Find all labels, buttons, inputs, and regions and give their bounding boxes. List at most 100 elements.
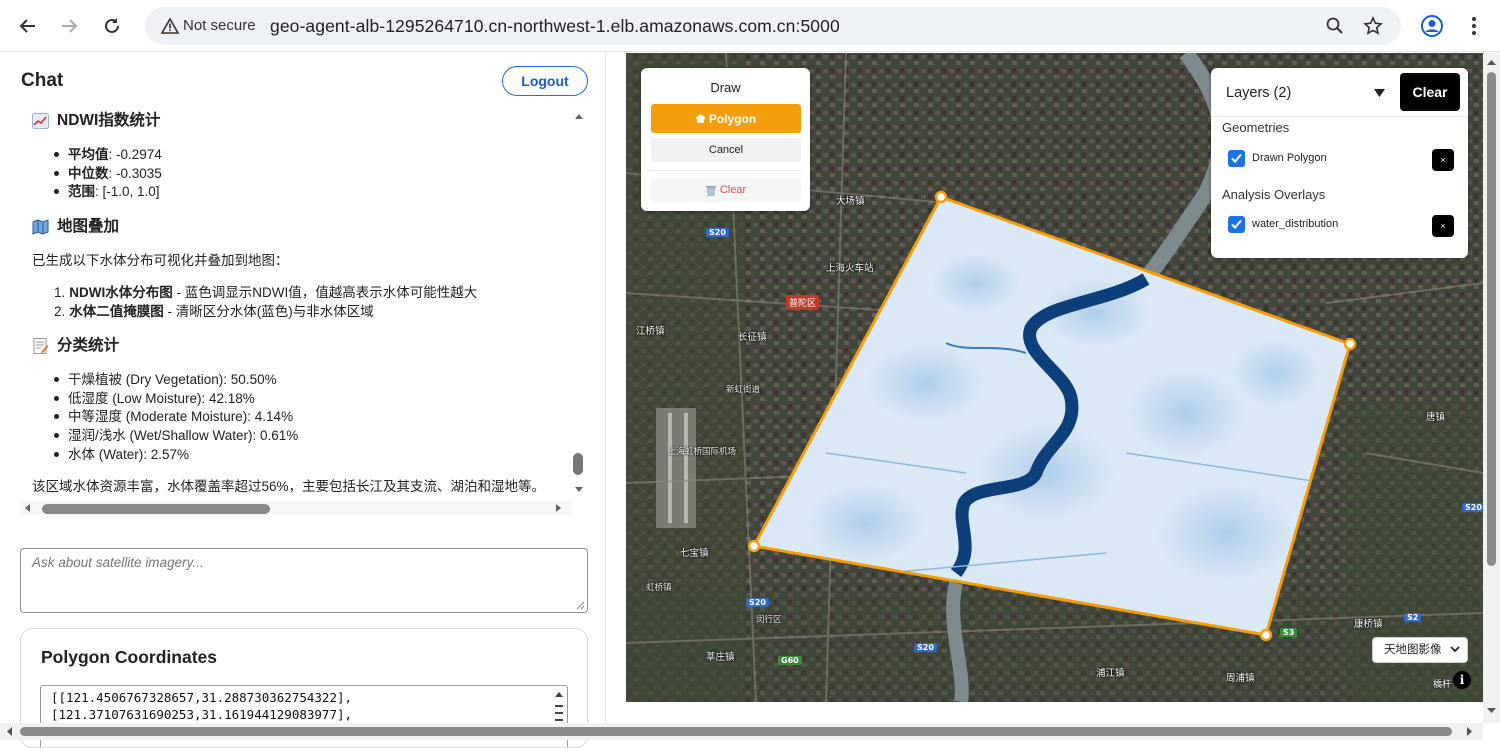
chat-input[interactable]: Ask about satellite imagery... bbox=[20, 548, 588, 613]
overlay-item-num: 2. bbox=[54, 303, 66, 319]
map-icon bbox=[32, 218, 49, 235]
chat-input-placeholder: Ask about satellite imagery... bbox=[32, 555, 204, 570]
overlay-heading: 地图叠加 bbox=[32, 217, 119, 236]
trash-icon bbox=[705, 185, 716, 196]
chat-messages[interactable]: NDWI指数统计 平均值: -0.2974 中位数: -0.3035 范围: [-1… bbox=[20, 105, 586, 521]
clear-layers-button[interactable]: Clear bbox=[1400, 73, 1460, 111]
basemap-select[interactable]: 天地图影像 bbox=[1372, 637, 1468, 663]
class-heading: 分类统计 bbox=[32, 336, 119, 355]
class-stat-item: 湿润/浅水 (Wet/Shallow Water): 0.61% bbox=[53, 428, 299, 444]
map-attribution: 橋杆 bbox=[1433, 679, 1452, 689]
layer-checkbox[interactable] bbox=[1228, 150, 1245, 167]
divider bbox=[651, 170, 801, 171]
map-label: 上海虹桥国际机场 bbox=[668, 447, 737, 457]
layer-row-drawn-polygon: Drawn Polygon × bbox=[1228, 149, 1454, 171]
map-label: 唐镇 bbox=[1426, 412, 1446, 423]
map-label: 长征镇 bbox=[738, 332, 767, 343]
overlay-heading-text: 地图叠加 bbox=[57, 218, 120, 235]
collapse-caret-icon[interactable] bbox=[1374, 89, 1385, 98]
map-label: 七宝镇 bbox=[680, 548, 709, 559]
divider bbox=[1211, 116, 1468, 117]
clear-drawing-label: Clear bbox=[719, 184, 747, 196]
layer-checkbox[interactable] bbox=[1228, 216, 1245, 233]
chat-hscroll-thumb[interactable] bbox=[42, 504, 270, 514]
forward-arrow-icon[interactable] bbox=[55, 12, 83, 40]
overlay-item: 1. NDWI水体分布图 - 蓝色调显示NDWI值，值越高表示水体可能性越大 bbox=[54, 283, 477, 302]
layer-name: water_distribution bbox=[1252, 218, 1339, 230]
ndwi-stat-value: : [-1.0, 1.0] bbox=[95, 184, 160, 200]
overlays-section-label: Analysis Overlays bbox=[1222, 187, 1326, 202]
remove-layer-button[interactable]: × bbox=[1432, 215, 1454, 237]
chart-increasing-icon bbox=[32, 112, 49, 129]
clear-drawing-button[interactable]: Clear bbox=[651, 178, 801, 202]
ndwi-stat-label: 中位数 bbox=[68, 165, 109, 181]
security-label: Not secure bbox=[183, 17, 256, 34]
ndwi-heading-text: NDWI指数统计 bbox=[57, 112, 161, 129]
overlay-item-desc: - 蓝色调显示NDWI值，值越高表示水体可能性越大 bbox=[172, 285, 478, 300]
overlay-item-num: 1. bbox=[54, 285, 66, 300]
class-stat-item: 低湿度 (Low Moisture): 42.18% bbox=[53, 389, 298, 408]
polygon-button-label: Polygon bbox=[708, 111, 757, 126]
ndwi-stat-item: 范围: [-1.0, 1.0] bbox=[54, 182, 162, 201]
ndwi-heading: NDWI指数统计 bbox=[32, 111, 160, 130]
overlay-item-desc: - 清晰区分水体(蓝色)与非水体区域 bbox=[163, 303, 374, 319]
chat-title: Chat bbox=[21, 70, 64, 91]
road-badge: S20 bbox=[706, 228, 729, 237]
map-label: 新虹街道 bbox=[726, 385, 761, 395]
logout-button[interactable]: Logout bbox=[502, 66, 588, 96]
warning-icon bbox=[161, 18, 179, 34]
browser-toolbar: Not secure geo-agent-alb-1295264710.cn-n… bbox=[0, 0, 1500, 52]
class-heading-text: 分类统计 bbox=[57, 337, 120, 354]
back-arrow-icon[interactable] bbox=[14, 12, 42, 40]
coords-line: [121.37107631690253,31.161944129083977], bbox=[51, 707, 353, 722]
page-vscroll-thumb[interactable] bbox=[1487, 72, 1496, 566]
road-badge: G60 bbox=[778, 656, 802, 665]
bookmark-star-icon[interactable] bbox=[1363, 16, 1383, 36]
chat-vscroll-thumb[interactable] bbox=[573, 453, 583, 475]
map-label: 康桥镇 bbox=[1354, 619, 1383, 630]
class-stats-list: 干燥植被 (Dry Vegetation): 50.50% 低湿度 (Low Mo… bbox=[53, 370, 299, 464]
polygon-button[interactable]: Polygon bbox=[651, 104, 801, 133]
polygon-coordinates-title: Polygon Coordinates bbox=[41, 647, 217, 667]
overlay-item-label: 水体二值掩膜图 bbox=[69, 303, 164, 319]
road-badge: S20 bbox=[914, 643, 937, 652]
address-bar[interactable]: Not secure geo-agent-alb-1295264710.cn-n… bbox=[145, 7, 1401, 45]
draw-panel: Draw Polygon Cancel Clear bbox=[641, 68, 810, 211]
url-text[interactable]: geo-agent-alb-1295264710.cn-northwest-1.… bbox=[270, 7, 840, 45]
chat-panel: Chat Logout NDWI指数统计 平均值: -0.2974 中位数: -0… bbox=[0, 53, 606, 748]
page-hscroll-thumb[interactable] bbox=[20, 727, 1452, 736]
map-label: 浦江镇 bbox=[1096, 668, 1125, 679]
road-badge: S20 bbox=[1462, 503, 1483, 512]
ndwi-stat-item: 平均值: -0.2974 bbox=[54, 145, 162, 164]
map-label: 闵行区 bbox=[756, 615, 782, 625]
chat-vertical-scrollbar[interactable] bbox=[572, 108, 586, 498]
reload-icon[interactable] bbox=[98, 12, 126, 40]
remove-layer-button[interactable]: × bbox=[1432, 149, 1454, 171]
map-label: 上海火车站 bbox=[826, 263, 874, 274]
pentagon-icon bbox=[695, 114, 705, 123]
not-secure-chip[interactable]: Not secure bbox=[155, 13, 264, 39]
layer-row-water-distribution: water_distribution × bbox=[1228, 215, 1454, 237]
district-badge: 普陀区 bbox=[786, 295, 820, 310]
ndwi-stat-value: : -0.2974 bbox=[108, 147, 162, 162]
profile-icon[interactable] bbox=[1420, 14, 1444, 38]
ndwi-stat-label: 平均值 bbox=[68, 147, 109, 162]
class-stat-item: 水体 (Water): 2.57% bbox=[53, 445, 298, 464]
draw-title: Draw bbox=[710, 80, 741, 95]
coords-line: [[121.4506767328657,31.288730362754322], bbox=[51, 690, 353, 705]
zoom-icon[interactable] bbox=[1325, 16, 1345, 36]
map-label: 江桥镇 bbox=[636, 326, 665, 337]
road-badge: S3 bbox=[1280, 628, 1298, 637]
road-badge: S2 bbox=[1404, 613, 1422, 622]
map-label: 虹桥镇 bbox=[646, 583, 672, 593]
summary-text: 该区域水体资源丰富，水体覆盖率超过56%，主要包括长江及其支流、湖泊和湿地等。 bbox=[32, 479, 546, 494]
resize-handle-icon[interactable] bbox=[576, 601, 585, 610]
map-label: 周浦镇 bbox=[1226, 673, 1255, 684]
layers-title[interactable]: Layers (2) bbox=[1226, 85, 1291, 101]
memo-icon bbox=[32, 337, 49, 354]
cancel-button[interactable]: Cancel bbox=[651, 138, 801, 162]
info-icon[interactable]: i bbox=[1453, 671, 1471, 689]
ndwi-stat-item: 中位数: -0.3035 bbox=[54, 164, 162, 183]
more-menu-icon[interactable] bbox=[1462, 14, 1486, 38]
class-stat-item: 中等湿度 (Moderate Moisture): 4.14% bbox=[53, 407, 298, 426]
